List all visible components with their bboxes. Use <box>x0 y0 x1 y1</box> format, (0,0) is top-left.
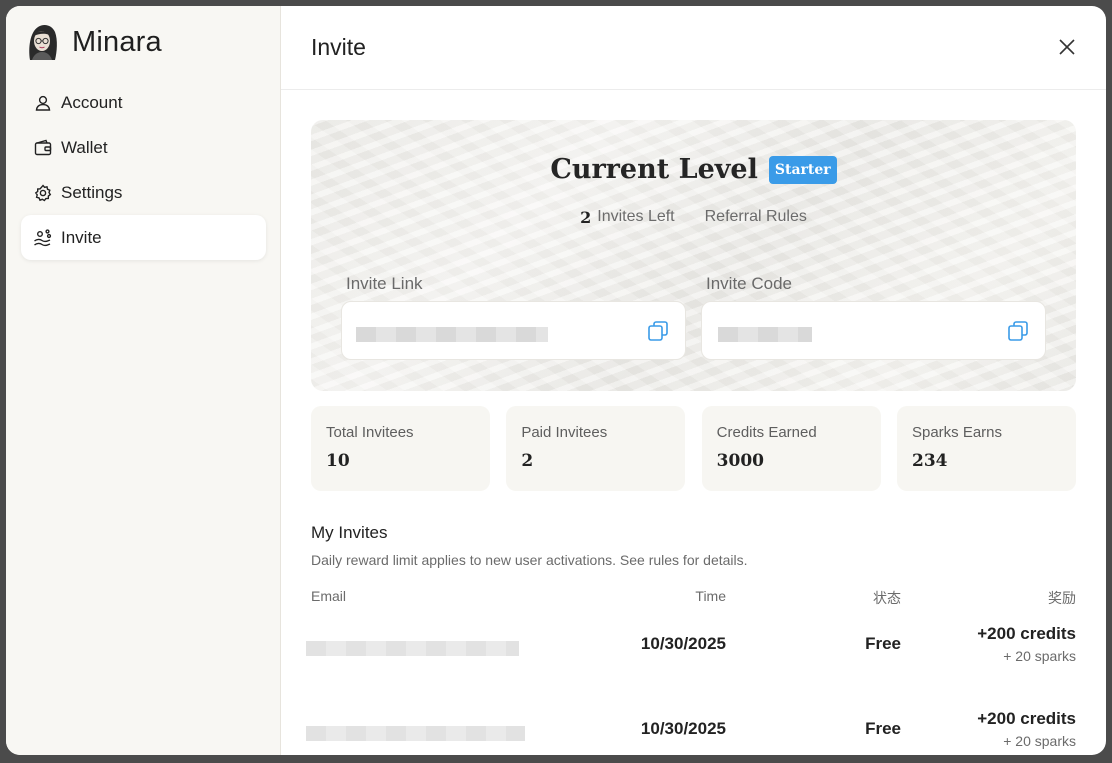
invites-left-count: 2 <box>580 208 592 227</box>
main-panel: Invite Current Level Starter 2 Invites L… <box>281 6 1106 755</box>
page-title: Invite <box>311 34 366 60</box>
invite-code-field[interactable] <box>701 301 1046 360</box>
table-body: 10/30/2025 Free +200 credits + 20 sparks… <box>306 608 1076 755</box>
row-credits: +200 credits <box>977 624 1076 643</box>
invites-left-label: Invites Left <box>597 208 675 225</box>
stat-value: 2 <box>521 451 534 471</box>
avatar <box>29 24 57 61</box>
sidebar-item-label: Wallet <box>61 137 108 157</box>
column-email: Email <box>311 588 347 604</box>
row-time: 10/30/2025 <box>640 634 726 653</box>
sidebar-item-label: Settings <box>61 182 123 202</box>
stat-sparks-earns: Sparks Earns 234 <box>896 406 1076 491</box>
stat-label: Total Invitees <box>326 424 414 441</box>
column-reward: 奖励 <box>1048 590 1076 606</box>
brand: Minara <box>24 22 162 62</box>
row-credits: +200 credits <box>977 709 1076 728</box>
stats-row: Total Invitees 10 Paid Invitees 2 Credit… <box>311 406 1076 491</box>
sidebar-item-label: Invite <box>61 227 102 247</box>
copy-icon[interactable] <box>647 320 669 342</box>
sidebar: Minara Account Wallet Settings Invite <box>6 6 281 755</box>
invite-window: Minara Account Wallet Settings Invite In… <box>6 6 1106 755</box>
invite-link-label: Invite Link <box>346 274 423 293</box>
redacted-code <box>718 327 812 342</box>
redacted-link <box>356 327 548 342</box>
invite-link-field[interactable] <box>341 301 686 360</box>
stat-value: 10 <box>326 451 350 471</box>
referral-rules-link[interactable]: Referral Rules <box>705 208 807 227</box>
invites-info: 2 Invites Left Referral Rules <box>311 208 1076 227</box>
sidebar-item-label: Account <box>61 92 123 112</box>
sidebar-item-invite[interactable]: Invite <box>21 215 266 260</box>
table-row: 10/30/2025 Free +200 credits + 20 sparks <box>306 611 1076 671</box>
row-sparks: + 20 sparks <box>1003 733 1076 749</box>
level-badge: Starter <box>768 155 837 184</box>
row-time: 10/30/2025 <box>640 719 726 738</box>
row-sparks: + 20 sparks <box>1003 648 1076 664</box>
my-invites-title: My Invites <box>311 523 388 542</box>
header: Invite <box>281 6 1106 90</box>
sidebar-item-account[interactable]: Account <box>21 80 266 125</box>
sidebar-item-settings[interactable]: Settings <box>21 170 266 215</box>
redacted-email <box>306 641 519 656</box>
column-time: Time <box>695 588 726 604</box>
stat-label: Credits Earned <box>716 424 817 441</box>
table-header: Email Time 状态 奖励 <box>311 588 1076 608</box>
content: Current Level Starter 2 Invites Left Ref… <box>306 120 1076 755</box>
sidebar-nav: Account Wallet Settings Invite <box>21 80 266 260</box>
sidebar-item-wallet[interactable]: Wallet <box>21 125 266 170</box>
wallet-icon <box>33 138 53 158</box>
invite-icon <box>33 228 53 248</box>
column-status: 状态 <box>873 590 901 606</box>
row-status: Free <box>865 719 901 738</box>
invite-code-label: Invite Code <box>706 274 792 293</box>
brand-name: Minara <box>72 25 162 58</box>
stat-paid-invitees: Paid Invitees 2 <box>506 406 686 491</box>
close-icon[interactable] <box>1056 36 1078 58</box>
gear-icon <box>33 183 53 203</box>
row-status: Free <box>865 634 901 653</box>
level-title: Current Level <box>550 154 758 185</box>
stat-label: Sparks Earns <box>911 424 1003 441</box>
level-card: Current Level Starter 2 Invites Left Ref… <box>311 120 1076 391</box>
stat-value: 234 <box>911 451 948 471</box>
my-invites-description: Daily reward limit applies to new user a… <box>311 552 748 568</box>
stat-label: Paid Invitees <box>521 424 608 441</box>
redacted-email <box>306 726 525 741</box>
level-row: Current Level Starter <box>311 154 1076 185</box>
stat-total-invitees: Total Invitees 10 <box>311 406 490 491</box>
table-row: 10/30/2025 Free +200 credits + 20 sparks <box>306 696 1076 755</box>
copy-icon[interactable] <box>1007 320 1029 342</box>
stat-value: 3000 <box>716 451 764 471</box>
stat-credits-earned: Credits Earned 3000 <box>701 406 881 491</box>
user-icon <box>33 93 53 113</box>
